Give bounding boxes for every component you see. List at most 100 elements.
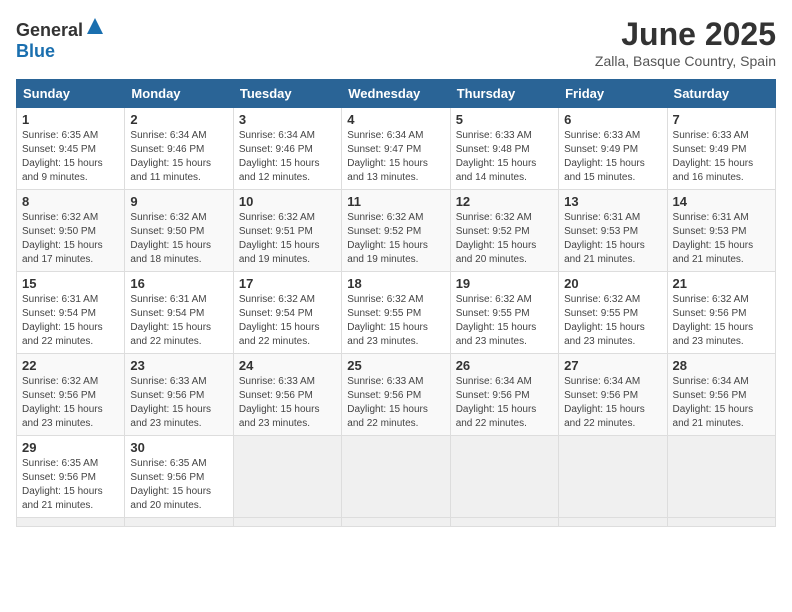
table-row: 3 Sunrise: 6:34 AM Sunset: 9:46 PM Dayli… (233, 108, 341, 190)
day-number: 21 (673, 276, 770, 291)
col-sunday: Sunday (17, 80, 125, 108)
day-number: 4 (347, 112, 444, 127)
table-row: 9 Sunrise: 6:32 AM Sunset: 9:50 PM Dayli… (125, 190, 233, 272)
day-number: 29 (22, 440, 119, 455)
calendar-table: Sunday Monday Tuesday Wednesday Thursday… (16, 79, 776, 527)
day-info: Sunrise: 6:34 AM Sunset: 9:56 PM Dayligh… (673, 375, 770, 431)
table-row: 24 Sunrise: 6:33 AM Sunset: 9:56 PM Dayl… (233, 354, 341, 436)
day-number: 27 (564, 358, 661, 373)
table-row: 17 Sunrise: 6:32 AM Sunset: 9:54 PM Dayl… (233, 272, 341, 354)
calendar-row (17, 518, 776, 527)
table-row (233, 436, 341, 518)
table-row: 25 Sunrise: 6:33 AM Sunset: 9:56 PM Dayl… (342, 354, 450, 436)
day-info: Sunrise: 6:32 AM Sunset: 9:55 PM Dayligh… (347, 293, 444, 349)
calendar-row: 15 Sunrise: 6:31 AM Sunset: 9:54 PM Dayl… (17, 272, 776, 354)
table-row: 2 Sunrise: 6:34 AM Sunset: 9:46 PM Dayli… (125, 108, 233, 190)
calendar-row: 29 Sunrise: 6:35 AM Sunset: 9:56 PM Dayl… (17, 436, 776, 518)
table-row: 19 Sunrise: 6:32 AM Sunset: 9:55 PM Dayl… (450, 272, 558, 354)
table-row: 7 Sunrise: 6:33 AM Sunset: 9:49 PM Dayli… (667, 108, 775, 190)
day-info: Sunrise: 6:35 AM Sunset: 9:56 PM Dayligh… (22, 457, 119, 513)
header-row: Sunday Monday Tuesday Wednesday Thursday… (17, 80, 776, 108)
table-row (667, 518, 775, 527)
day-info: Sunrise: 6:33 AM Sunset: 9:56 PM Dayligh… (239, 375, 336, 431)
table-row (559, 518, 667, 527)
col-monday: Monday (125, 80, 233, 108)
day-number: 26 (456, 358, 553, 373)
table-row (125, 518, 233, 527)
day-number: 20 (564, 276, 661, 291)
day-number: 8 (22, 194, 119, 209)
day-number: 11 (347, 194, 444, 209)
day-info: Sunrise: 6:32 AM Sunset: 9:52 PM Dayligh… (456, 211, 553, 267)
col-saturday: Saturday (667, 80, 775, 108)
calendar-title: June 2025 (595, 16, 776, 53)
page-header: General Blue June 2025 Zalla, Basque Cou… (16, 16, 776, 69)
table-row: 16 Sunrise: 6:31 AM Sunset: 9:54 PM Dayl… (125, 272, 233, 354)
day-number: 13 (564, 194, 661, 209)
day-number: 19 (456, 276, 553, 291)
table-row: 1 Sunrise: 6:35 AM Sunset: 9:45 PM Dayli… (17, 108, 125, 190)
day-number: 30 (130, 440, 227, 455)
table-row (342, 436, 450, 518)
day-info: Sunrise: 6:32 AM Sunset: 9:50 PM Dayligh… (130, 211, 227, 267)
day-number: 23 (130, 358, 227, 373)
title-area: June 2025 Zalla, Basque Country, Spain (595, 16, 776, 69)
table-row: 22 Sunrise: 6:32 AM Sunset: 9:56 PM Dayl… (17, 354, 125, 436)
day-info: Sunrise: 6:31 AM Sunset: 9:54 PM Dayligh… (22, 293, 119, 349)
table-row: 18 Sunrise: 6:32 AM Sunset: 9:55 PM Dayl… (342, 272, 450, 354)
day-number: 17 (239, 276, 336, 291)
col-friday: Friday (559, 80, 667, 108)
day-info: Sunrise: 6:35 AM Sunset: 9:45 PM Dayligh… (22, 129, 119, 185)
table-row: 28 Sunrise: 6:34 AM Sunset: 9:56 PM Dayl… (667, 354, 775, 436)
table-row: 13 Sunrise: 6:31 AM Sunset: 9:53 PM Dayl… (559, 190, 667, 272)
table-row: 21 Sunrise: 6:32 AM Sunset: 9:56 PM Dayl… (667, 272, 775, 354)
table-row: 14 Sunrise: 6:31 AM Sunset: 9:53 PM Dayl… (667, 190, 775, 272)
table-row (342, 518, 450, 527)
day-info: Sunrise: 6:31 AM Sunset: 9:54 PM Dayligh… (130, 293, 227, 349)
day-info: Sunrise: 6:32 AM Sunset: 9:54 PM Dayligh… (239, 293, 336, 349)
table-row: 8 Sunrise: 6:32 AM Sunset: 9:50 PM Dayli… (17, 190, 125, 272)
table-row: 27 Sunrise: 6:34 AM Sunset: 9:56 PM Dayl… (559, 354, 667, 436)
col-tuesday: Tuesday (233, 80, 341, 108)
table-row: 4 Sunrise: 6:34 AM Sunset: 9:47 PM Dayli… (342, 108, 450, 190)
day-info: Sunrise: 6:32 AM Sunset: 9:55 PM Dayligh… (456, 293, 553, 349)
day-info: Sunrise: 6:34 AM Sunset: 9:46 PM Dayligh… (130, 129, 227, 185)
day-number: 10 (239, 194, 336, 209)
day-number: 12 (456, 194, 553, 209)
day-number: 24 (239, 358, 336, 373)
table-row: 10 Sunrise: 6:32 AM Sunset: 9:51 PM Dayl… (233, 190, 341, 272)
calendar-row: 8 Sunrise: 6:32 AM Sunset: 9:50 PM Dayli… (17, 190, 776, 272)
table-row: 30 Sunrise: 6:35 AM Sunset: 9:56 PM Dayl… (125, 436, 233, 518)
day-number: 2 (130, 112, 227, 127)
day-number: 5 (456, 112, 553, 127)
day-number: 16 (130, 276, 227, 291)
day-info: Sunrise: 6:33 AM Sunset: 9:56 PM Dayligh… (347, 375, 444, 431)
table-row: 23 Sunrise: 6:33 AM Sunset: 9:56 PM Dayl… (125, 354, 233, 436)
day-info: Sunrise: 6:32 AM Sunset: 9:51 PM Dayligh… (239, 211, 336, 267)
day-info: Sunrise: 6:34 AM Sunset: 9:47 PM Dayligh… (347, 129, 444, 185)
col-wednesday: Wednesday (342, 80, 450, 108)
table-row: 11 Sunrise: 6:32 AM Sunset: 9:52 PM Dayl… (342, 190, 450, 272)
day-number: 7 (673, 112, 770, 127)
table-row: 12 Sunrise: 6:32 AM Sunset: 9:52 PM Dayl… (450, 190, 558, 272)
table-row (450, 436, 558, 518)
table-row (450, 518, 558, 527)
day-number: 15 (22, 276, 119, 291)
day-number: 18 (347, 276, 444, 291)
day-info: Sunrise: 6:33 AM Sunset: 9:56 PM Dayligh… (130, 375, 227, 431)
day-info: Sunrise: 6:31 AM Sunset: 9:53 PM Dayligh… (673, 211, 770, 267)
day-number: 25 (347, 358, 444, 373)
table-row: 26 Sunrise: 6:34 AM Sunset: 9:56 PM Dayl… (450, 354, 558, 436)
day-info: Sunrise: 6:33 AM Sunset: 9:48 PM Dayligh… (456, 129, 553, 185)
col-thursday: Thursday (450, 80, 558, 108)
day-info: Sunrise: 6:32 AM Sunset: 9:56 PM Dayligh… (22, 375, 119, 431)
day-number: 1 (22, 112, 119, 127)
table-row: 29 Sunrise: 6:35 AM Sunset: 9:56 PM Dayl… (17, 436, 125, 518)
day-info: Sunrise: 6:34 AM Sunset: 9:46 PM Dayligh… (239, 129, 336, 185)
table-row: 6 Sunrise: 6:33 AM Sunset: 9:49 PM Dayli… (559, 108, 667, 190)
day-info: Sunrise: 6:34 AM Sunset: 9:56 PM Dayligh… (564, 375, 661, 431)
day-info: Sunrise: 6:33 AM Sunset: 9:49 PM Dayligh… (673, 129, 770, 185)
day-info: Sunrise: 6:32 AM Sunset: 9:50 PM Dayligh… (22, 211, 119, 267)
table-row: 5 Sunrise: 6:33 AM Sunset: 9:48 PM Dayli… (450, 108, 558, 190)
logo-general: General (16, 20, 83, 40)
